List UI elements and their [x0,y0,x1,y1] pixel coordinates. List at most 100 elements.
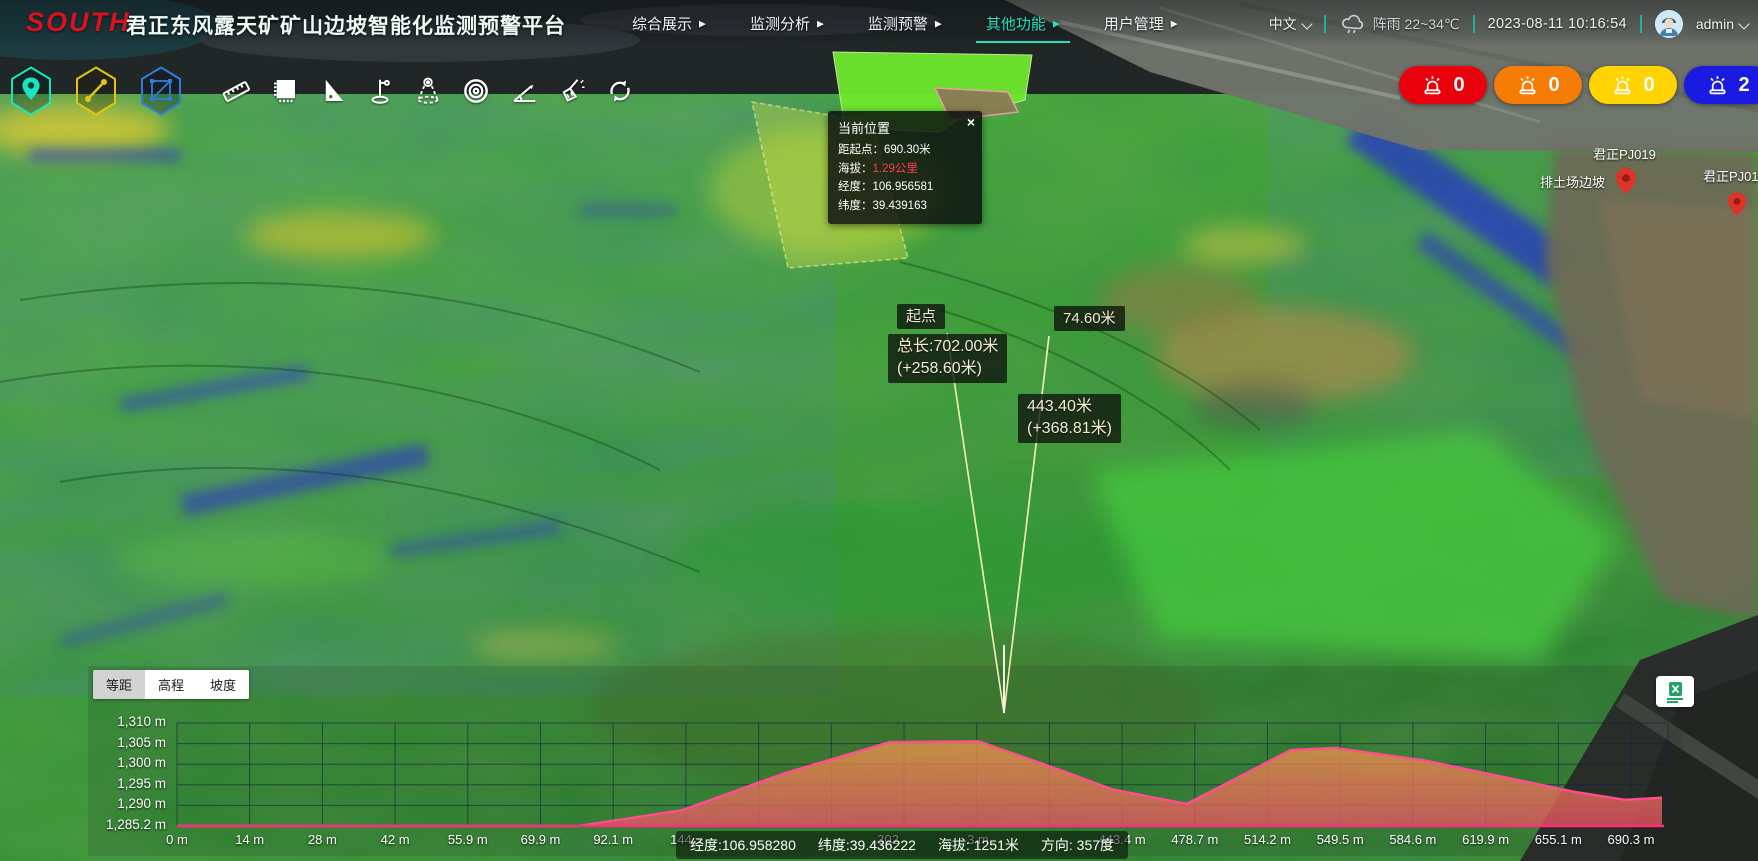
chart-tab-高程[interactable]: 高程 [145,670,197,699]
chevron-right-icon: ▶ [935,19,942,30]
x-axis-label: 655.1 m [1535,832,1582,847]
concentric-circles-icon[interactable] [461,76,491,106]
alarm-badge-blue[interactable]: 2 [1684,66,1758,104]
alarm-badges: 0 0 0 2 [1399,66,1758,104]
refresh-icon[interactable] [605,76,635,106]
position-panel-rows: 距起点：690.30米海拔：1.29公里经度：106.956581纬度：39.4… [838,141,972,216]
nav-item-4[interactable]: 用户管理 ▶ [1104,13,1178,34]
status-item: 经度:106.958280 [690,835,796,855]
siren-icon [1516,74,1539,97]
measure-path-button[interactable] [73,66,119,116]
measure-total-line2: (+258.60米) [897,358,998,380]
top-right-cluster: 中文 阵雨 22~34℃ 2023-08-11 10:16:54 [1269,0,1748,47]
nav-item-0[interactable]: 综合展示▶ [632,13,706,34]
language-selector[interactable]: 中文 [1269,14,1311,34]
position-row-label: 距起点： [838,144,884,156]
y-axis-label: 1,295 m [94,776,166,791]
alarm-badge-red[interactable]: 0 [1399,66,1487,104]
alarm-badge-yellow[interactable]: 0 [1589,66,1677,104]
x-axis-label: 69.9 m [521,832,561,847]
alarm-count: 0 [1453,74,1464,97]
y-axis-label: 1,305 m [94,735,166,750]
area-measure-icon[interactable] [269,76,299,106]
location-pin-button[interactable] [8,66,54,116]
excel-export-icon [1662,680,1688,704]
map-toolbar [8,66,635,116]
position-row-label: 经度： [838,181,873,193]
siren-icon [1421,74,1444,97]
marker-label: 君正PJ01 [1703,166,1758,185]
avatar[interactable] [1655,10,1683,38]
nav-item-1[interactable]: 监测分析 ▶ [750,13,824,34]
x-axis-label: 42 m [381,832,410,847]
siren-icon [1611,74,1634,97]
measure-tools [221,76,635,106]
chevron-right-icon: ▶ [699,19,706,30]
x-axis-label: 0 m [166,832,188,847]
status-item: 海拔: 1251米 [938,835,1019,855]
chevron-right-icon: ▶ [1053,19,1060,30]
x-axis-label: 584.6 m [1389,832,1436,847]
y-axis-label: 1,290 m [94,796,166,811]
app-window: SOUTH 君正东风露天矿矿山边坡智能化监测预警平台 综合展示▶监测分析▶监测预… [0,0,1758,861]
cone-projection-icon[interactable] [413,76,443,106]
measure-seg2-label: 443.40米 (+368.81米) [1018,394,1121,443]
status-item: 纬度:39.436222 [818,835,916,855]
nav-item-label: 监测分析 [750,13,810,34]
ruler-icon[interactable] [221,76,251,106]
user-avatar-icon [1655,10,1683,38]
alarm-count: 0 [1643,74,1654,97]
x-axis-label: 619.9 m [1462,832,1509,847]
position-panel-title: 当前位置 [838,118,972,137]
user-menu[interactable]: admin [1696,16,1748,32]
position-row: 纬度：39.439163 [838,197,972,216]
measure-total-line1: 总长:702.00米 [897,336,998,358]
x-axis-label: 549.5 m [1317,832,1364,847]
map-pin[interactable] [1728,192,1746,217]
position-row-label: 纬度： [838,200,873,212]
marker-label: 君正PJ019 [1593,144,1656,163]
top-bar: SOUTH 君正东风露天矿矿山边坡智能化监测预警平台 综合展示▶监测分析▶监测预… [0,0,1758,47]
marker-label: 排土场边坡 [1540,172,1605,191]
polygon-select-button[interactable] [138,66,184,116]
chart-tab-等距[interactable]: 等距 [93,670,145,699]
chevron-down-icon [1738,18,1749,29]
x-axis-label: 14 m [235,832,264,847]
position-row-value: 690.30米 [884,144,931,156]
y-axis-label: 1,300 m [94,755,166,770]
alarm-count: 2 [1738,74,1749,97]
y-axis-label: 1,310 m [94,714,166,729]
measure-start-label: 起点 [897,304,945,329]
chevron-right-icon: ▶ [1171,19,1178,30]
divider [1640,15,1642,33]
x-axis-label: 690.3 m [1608,832,1655,847]
excel-export-button[interactable] [1656,676,1694,707]
divider [1473,15,1475,33]
chevron-down-icon [1301,18,1312,29]
clear-broom-icon[interactable] [557,76,587,106]
current-position-panel: × 当前位置 距起点：690.30米海拔：1.29公里经度：106.956581… [828,111,982,224]
chevron-right-icon: ▶ [817,19,824,30]
alarm-badge-orange[interactable]: 0 [1494,66,1582,104]
x-axis-label: 478.7 m [1171,832,1218,847]
map-pin[interactable] [1616,168,1636,195]
datetime-display: 2023-08-11 10:16:54 [1488,16,1627,32]
profile-chart-panel [88,666,1682,856]
angle-measure-icon[interactable] [509,76,539,106]
stake-marker-icon[interactable] [365,76,395,106]
chart-tab-坡度[interactable]: 坡度 [197,670,249,699]
measure-total-label: 总长:702.00米 (+258.60米) [888,334,1007,383]
divider [1324,15,1326,33]
nav-item-label: 用户管理 [1104,13,1164,34]
status-item: 方向: 357度 [1041,835,1114,855]
triangle-measure-icon[interactable] [317,76,347,106]
position-row-value: 106.956581 [873,181,934,193]
chart-tabs: 等距高程坡度 [93,670,249,699]
page-title: 君正东风露天矿矿山边坡智能化监测预警平台 [126,10,566,40]
nav-item-2[interactable]: 监测预警▶ [868,13,942,34]
nav-item-3[interactable]: 其他功能▶ [986,13,1060,34]
weather-widget: 阵雨 22~34℃ [1339,13,1460,35]
position-row: 经度：106.956581 [838,178,972,197]
main-nav: 综合展示▶监测分析▶监测预警▶其他功能▶用户管理▶ [632,0,1178,47]
close-icon[interactable]: × [967,115,975,129]
